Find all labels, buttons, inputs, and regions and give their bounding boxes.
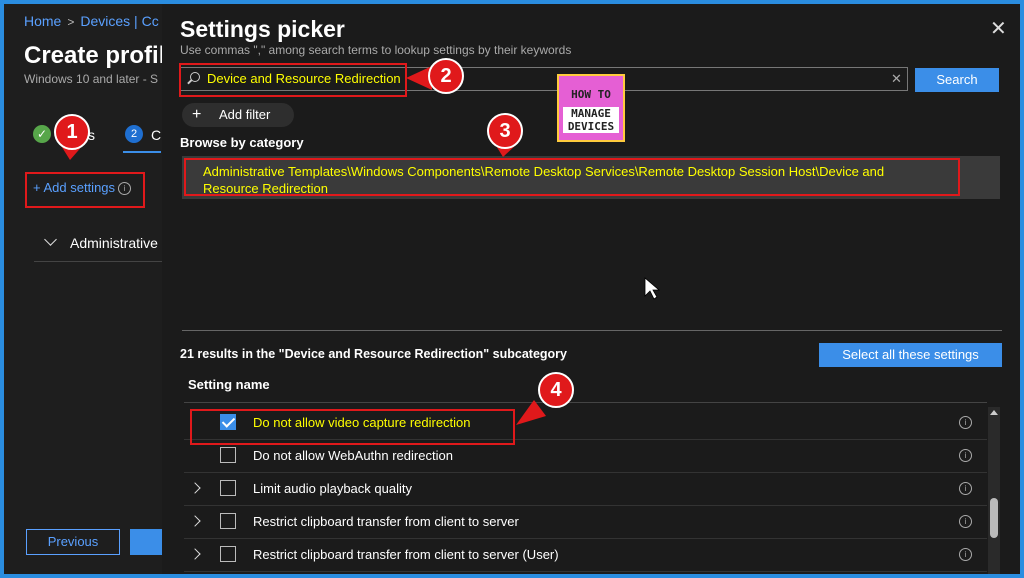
- callout-3: 3: [487, 113, 523, 149]
- callout-4: 4: [538, 372, 574, 408]
- callout-1: 1: [54, 114, 90, 150]
- mouse-cursor-icon: [644, 277, 661, 300]
- callout-2: 2: [428, 58, 464, 94]
- callout-4-pointer: [516, 400, 546, 425]
- callout-pointers: [60, 66, 661, 425]
